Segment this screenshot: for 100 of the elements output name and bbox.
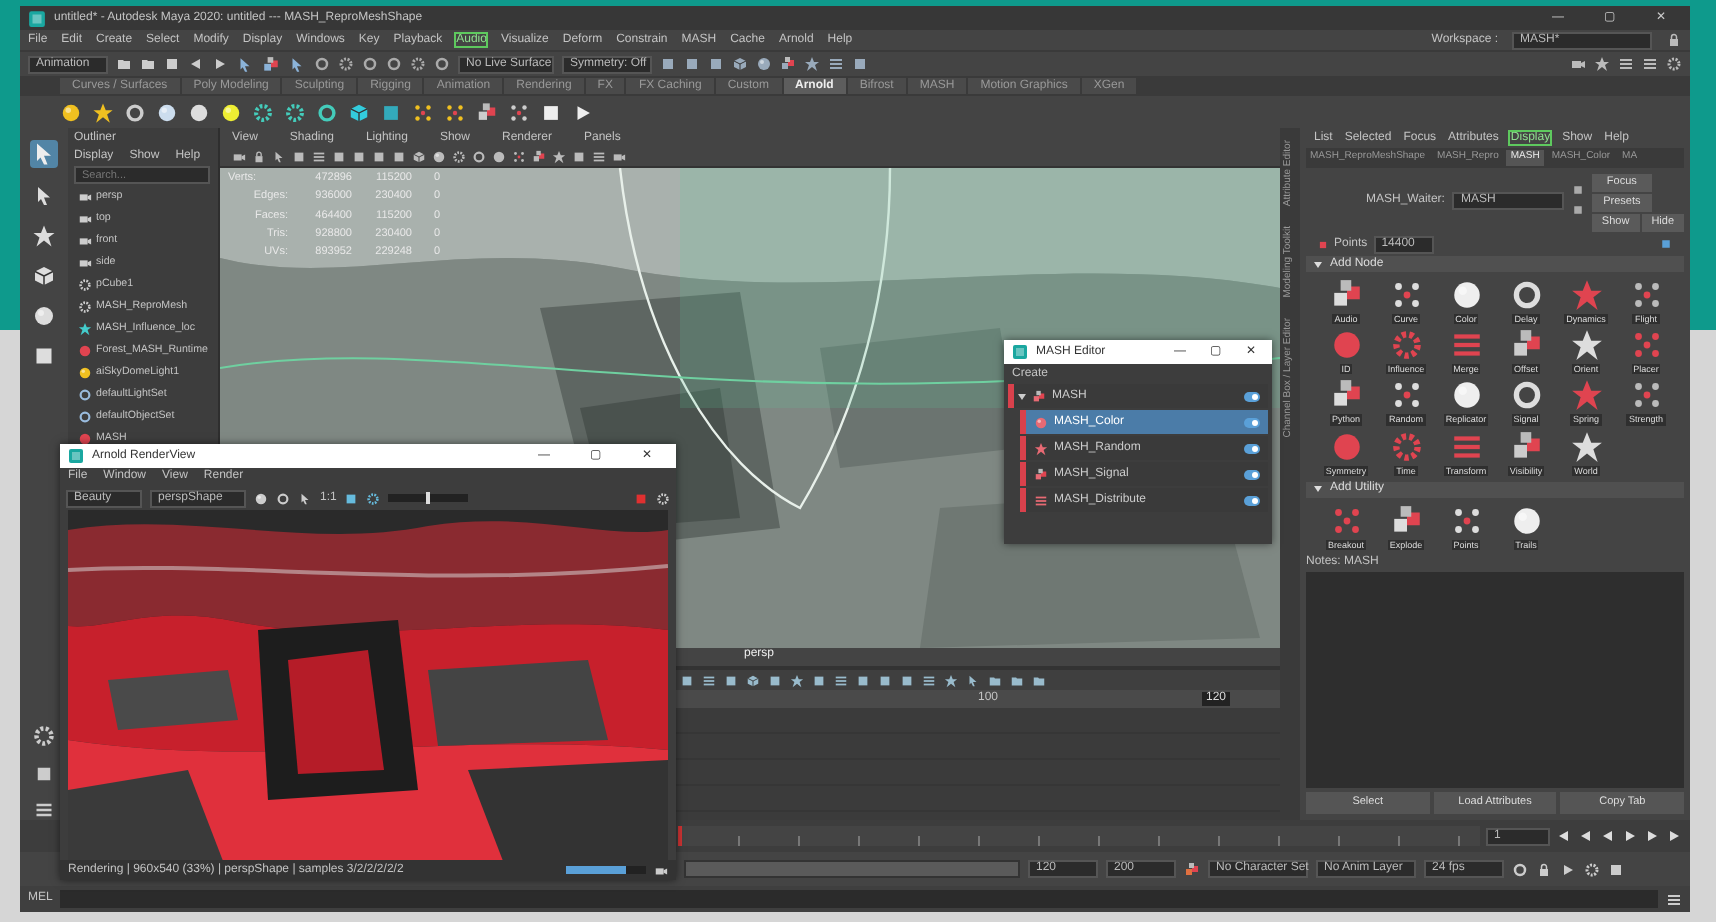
lines-icon[interactable] [1642, 56, 1658, 72]
camera-icon[interactable] [1570, 56, 1586, 72]
dots-icon[interactable] [1629, 278, 1663, 312]
star-icon[interactable] [1569, 278, 1603, 312]
square-icon[interactable] [878, 673, 892, 687]
square-icon[interactable] [392, 150, 406, 164]
ring-icon[interactable] [472, 150, 486, 164]
square-icon[interactable] [164, 56, 180, 72]
gear-icon[interactable] [1584, 861, 1600, 877]
camera-icon[interactable] [232, 150, 246, 164]
lines-icon[interactable] [592, 150, 606, 164]
square-icon[interactable] [1660, 238, 1672, 250]
lines-icon[interactable] [702, 673, 716, 687]
dots-icon[interactable] [1629, 378, 1663, 413]
dots-icon[interactable] [1449, 503, 1483, 538]
square-icon[interactable] [292, 150, 306, 164]
dots-icon[interactable] [512, 150, 526, 164]
square-icon[interactable] [332, 150, 346, 164]
sphere-icon[interactable] [1449, 378, 1483, 413]
lines-icon[interactable] [828, 56, 844, 72]
cubes-icon[interactable] [262, 55, 280, 73]
cubes-icon[interactable] [1389, 503, 1423, 538]
sphere-icon[interactable] [756, 56, 772, 72]
cubes-icon[interactable] [1184, 861, 1200, 877]
cubes-icon[interactable] [1509, 429, 1543, 464]
arrow-icon[interactable] [32, 184, 56, 208]
gear-icon[interactable] [252, 101, 274, 123]
square-icon[interactable] [856, 673, 870, 687]
ring-icon[interactable] [314, 56, 330, 72]
gear-icon[interactable] [452, 150, 466, 164]
lines-icon[interactable] [922, 673, 936, 687]
star-icon[interactable] [1569, 378, 1603, 413]
app-icon[interactable] [28, 9, 46, 27]
camera-icon[interactable] [78, 190, 92, 204]
square-icon[interactable] [852, 56, 868, 72]
cube-icon[interactable] [746, 673, 760, 687]
square-icon[interactable] [540, 101, 562, 123]
sphere-icon[interactable] [60, 101, 82, 123]
lines-icon[interactable] [834, 673, 848, 687]
dots-icon[interactable] [1389, 278, 1423, 312]
square-icon[interactable] [812, 673, 826, 687]
back-icon[interactable] [188, 56, 204, 72]
ring-icon[interactable] [124, 101, 146, 123]
cube-icon[interactable] [412, 150, 426, 164]
camera-icon[interactable] [78, 256, 92, 270]
star-icon[interactable] [804, 56, 820, 72]
star-icon[interactable] [552, 150, 566, 164]
arrow-icon[interactable] [288, 55, 306, 73]
ring-icon[interactable] [434, 56, 450, 72]
cubes-icon[interactable] [532, 150, 546, 164]
camera-icon[interactable] [612, 150, 626, 164]
square-icon[interactable] [380, 101, 402, 123]
sphere-icon[interactable] [78, 366, 92, 380]
circle-icon[interactable] [188, 101, 210, 123]
lock-icon[interactable] [1536, 861, 1552, 877]
square-icon[interactable] [1608, 861, 1624, 877]
sphere-icon[interactable] [32, 304, 56, 328]
square-icon[interactable] [724, 673, 738, 687]
lines-icon[interactable] [1666, 891, 1682, 907]
cubes-icon[interactable] [780, 56, 796, 72]
dots-icon[interactable] [508, 101, 530, 123]
square-icon[interactable] [660, 56, 676, 72]
play-icon[interactable] [572, 101, 594, 123]
square-icon[interactable] [900, 673, 914, 687]
square-icon[interactable] [680, 673, 694, 687]
camera-icon[interactable] [654, 863, 668, 877]
star-icon[interactable] [78, 322, 92, 336]
sphere-icon[interactable] [1509, 503, 1543, 538]
arrow-icon[interactable] [966, 673, 980, 687]
dots-icon[interactable] [444, 101, 466, 123]
gear-icon[interactable] [338, 56, 354, 72]
cube-icon[interactable] [32, 264, 56, 288]
square-icon[interactable] [34, 764, 54, 784]
ring-icon[interactable] [316, 101, 338, 123]
camera-icon[interactable] [78, 212, 92, 226]
collapse-icon[interactable] [1314, 486, 1322, 493]
square-icon[interactable] [768, 673, 782, 687]
gear-icon[interactable] [284, 101, 306, 123]
ring-icon[interactable] [1512, 861, 1528, 877]
cubes-icon[interactable] [476, 101, 498, 123]
star-icon[interactable] [92, 101, 114, 123]
star-icon[interactable] [790, 673, 804, 687]
camera-icon[interactable] [78, 234, 92, 248]
lines-icon[interactable] [312, 150, 326, 164]
sphere-icon[interactable] [1449, 278, 1483, 312]
dots-icon[interactable] [1629, 328, 1663, 363]
cube-icon[interactable] [348, 101, 370, 123]
play-icon[interactable] [212, 56, 228, 72]
gear-icon[interactable] [32, 724, 56, 748]
square-icon[interactable] [1571, 184, 1584, 196]
arrow-icon[interactable] [272, 150, 286, 164]
dots-icon[interactable] [412, 101, 434, 123]
square-icon[interactable] [684, 56, 700, 72]
star-icon[interactable] [1569, 328, 1603, 363]
star-icon[interactable] [1594, 56, 1610, 72]
square-icon[interactable] [1571, 204, 1584, 216]
sphere-icon[interactable] [432, 150, 446, 164]
ring-icon[interactable] [1509, 378, 1543, 413]
collapse-icon[interactable] [1314, 261, 1322, 267]
lock-icon[interactable] [252, 150, 266, 164]
